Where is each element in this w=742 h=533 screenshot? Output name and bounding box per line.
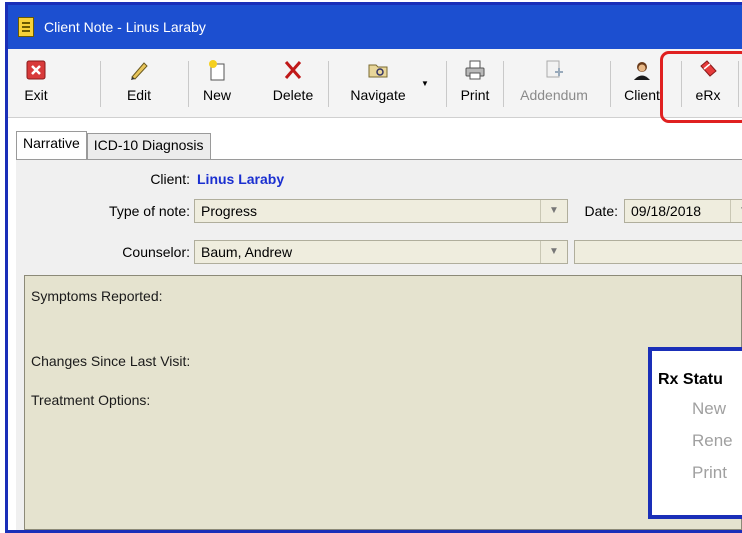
title-bar[interactable]: Client Note - Linus Laraby [8,5,742,49]
navigate-folder-icon [363,55,393,85]
client-note-window: Client Note - Linus Laraby Exit Edit New [5,2,742,533]
client-name-value: Linus Laraby [197,171,285,187]
delete-button[interactable]: Delete [266,55,320,111]
counselor-value: Baum, Andrew [201,244,293,260]
new-button[interactable]: New [200,55,234,111]
toolbar-separator [328,61,329,107]
navigate-button[interactable]: Navigate [338,55,418,111]
chevron-down-icon[interactable]: ▼ [540,200,567,222]
toolbar-separator [503,61,504,107]
tab-narrative[interactable]: Narrative [16,131,87,159]
toolbar: Exit Edit New Delete Navigate ▼ Print Ad… [8,49,742,118]
tab-icd10-diagnosis[interactable]: ICD-10 Diagnosis [86,133,211,159]
print-button[interactable]: Print [455,55,495,111]
type-of-note-value: Progress [201,203,258,219]
edit-button[interactable]: Edit [118,55,160,111]
toolbar-separator [610,61,611,107]
rx-status-title: Rx Statu [658,371,723,388]
note-text-area[interactable]: Symptoms Reported: Changes Since Last Vi… [24,275,742,530]
type-of-note-label: Type of note: [109,203,190,219]
client-person-icon [627,55,657,85]
exit-button[interactable]: Exit [8,55,64,111]
navigate-dropdown-arrow-icon[interactable]: ▼ [421,79,429,88]
date-picker[interactable]: 09/18/2018 ▼ [624,199,742,223]
chevron-down-icon[interactable]: ▼ [540,241,567,263]
date-label: Date: [584,203,618,219]
printer-icon [460,55,490,85]
chevron-down-icon[interactable]: ▼ [730,200,742,222]
rx-status-print[interactable]: Print [692,463,727,483]
treatment-options-label: Treatment Options: [31,392,151,408]
exit-icon [21,55,51,85]
pencil-icon [124,55,154,85]
addendum-icon [539,55,569,85]
symptoms-reported-label: Symptoms Reported: [31,288,163,304]
counselor-select[interactable]: Baum, Andrew ▼ [194,240,568,264]
client-button[interactable]: Client [620,55,664,111]
changes-since-last-visit-label: Changes Since Last Visit: [31,353,191,369]
toolbar-separator [188,61,189,107]
rx-status-callout: Rx Statu New Rene Print [648,347,742,519]
second-counselor-select[interactable] [574,240,742,264]
rx-status-new[interactable]: New [692,399,726,419]
notepad-icon [18,17,34,37]
toolbar-separator [100,61,101,107]
counselor-label: Counselor: [122,244,190,260]
delete-x-icon [278,55,308,85]
type-of-note-select[interactable]: Progress ▼ [194,199,568,223]
note-tabs: Narrative ICD-10 Diagnosis [16,131,211,159]
toolbar-separator [446,61,447,107]
window-title: Client Note - Linus Laraby [44,19,206,35]
rx-status-renew[interactable]: Rene [692,431,733,451]
date-value: 09/18/2018 [631,203,702,219]
addendum-button[interactable]: Addendum [511,55,597,111]
new-document-icon [202,55,232,85]
client-label: Client: [150,171,190,187]
erx-highlight-callout [660,51,742,123]
